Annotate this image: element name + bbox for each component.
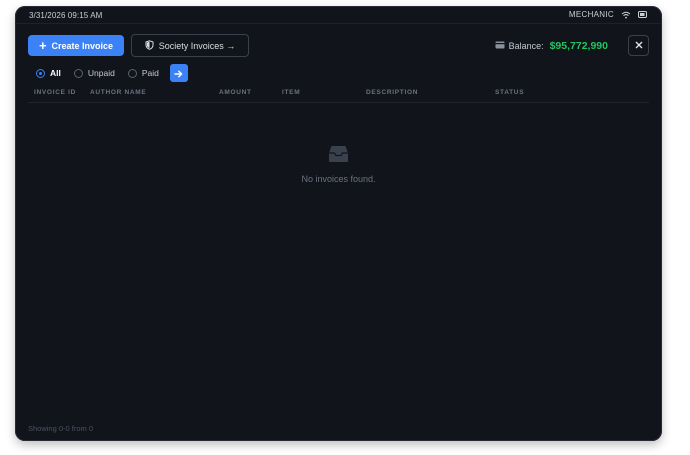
filter-unpaid[interactable]: Unpaid	[73, 68, 115, 78]
status-right: MECHANIC	[569, 10, 648, 19]
balance-label: Balance:	[508, 41, 544, 51]
wifi-icon	[621, 11, 631, 19]
radio-dot[interactable]	[73, 68, 83, 78]
status-datetime: 3/31/2026 09:15 AM	[29, 11, 103, 20]
col-status[interactable]: STATUS	[495, 89, 524, 96]
col-description[interactable]: DESCRIPTION	[366, 89, 418, 96]
apply-filter-button[interactable]	[169, 64, 188, 82]
toolbar: + Create Invoice Society Invoices → Bala…	[28, 34, 649, 58]
pagination-info: Showing 0-0 from 0	[28, 424, 94, 433]
inbox-icon	[328, 146, 349, 167]
filter-all-label: All	[50, 68, 61, 78]
battery-icon	[638, 11, 648, 18]
balance-amount: $95,772,990	[549, 40, 608, 52]
filter-all[interactable]: All	[36, 68, 61, 78]
plus-icon: +	[38, 37, 47, 53]
col-amount[interactable]: AMOUNT	[219, 89, 252, 96]
filter-paid-label: Paid	[141, 68, 159, 78]
status-bar: 3/31/2026 09:15 AM MECHANIC	[15, 6, 662, 24]
society-invoices-label: Society Invoices →	[158, 40, 236, 51]
status-job: MECHANIC	[568, 10, 614, 19]
filter-paid[interactable]: Paid	[127, 68, 159, 78]
close-button[interactable]	[628, 35, 649, 56]
col-invoice-id[interactable]: INVOICE ID	[34, 89, 76, 96]
create-invoice-button[interactable]: + Create Invoice	[28, 35, 124, 56]
radio-dot[interactable]	[127, 68, 137, 78]
radio-dot[interactable]	[36, 68, 45, 78]
status-filter: All Unpaid Paid	[36, 64, 188, 82]
filter-unpaid-label: Unpaid	[87, 68, 115, 78]
arrow-right-icon	[174, 66, 183, 81]
empty-state: No invoices found.	[15, 145, 662, 184]
wallet-icon	[495, 41, 505, 51]
shield-icon	[145, 39, 154, 52]
col-author-name[interactable]: AUTHOR NAME	[90, 89, 146, 96]
balance-display: Balance: $95,772,990	[495, 40, 608, 52]
create-invoice-label: Create Invoice	[51, 40, 114, 51]
table-header: INVOICE ID AUTHOR NAME AMOUNT ITEM DESCR…	[28, 86, 649, 103]
tablet-frame: 3/31/2026 09:15 AM MECHANIC + Create Inv…	[15, 6, 662, 441]
society-invoices-button[interactable]: Society Invoices →	[131, 34, 249, 57]
empty-message: No invoices found.	[301, 174, 376, 184]
col-item[interactable]: ITEM	[282, 89, 300, 96]
close-icon	[635, 40, 643, 52]
